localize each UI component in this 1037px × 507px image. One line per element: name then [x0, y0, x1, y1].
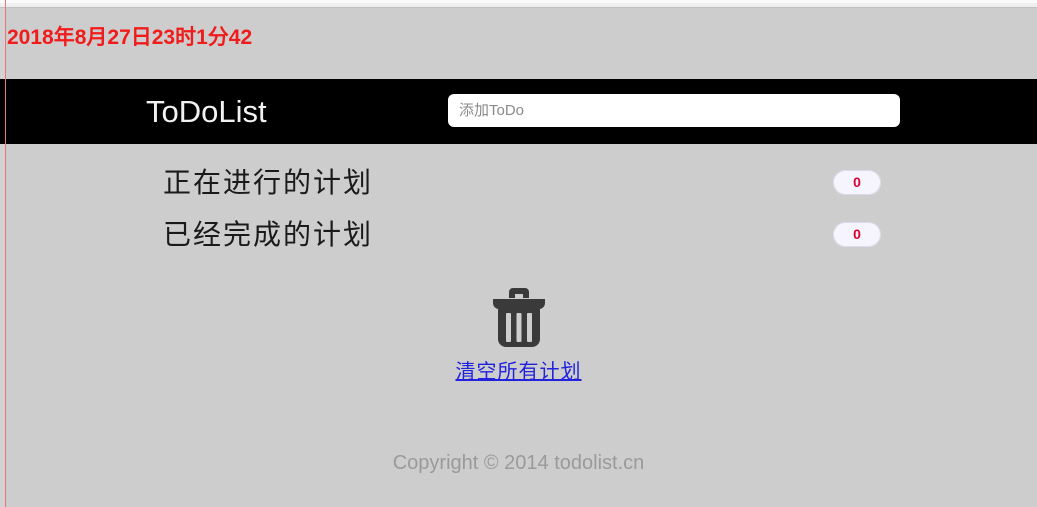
- section-in-progress: 正在进行的计划 0: [163, 164, 881, 204]
- app-title: ToDoList: [146, 94, 267, 129]
- footer-copyright: Copyright © 2014 todolist.cn: [392, 452, 645, 474]
- trash-icon[interactable]: [487, 286, 551, 350]
- section-completed-label: 已经完成的计划: [163, 220, 374, 251]
- section-completed-count: 0: [833, 222, 881, 247]
- browser-edge-strip: [0, 0, 1037, 8]
- left-red-rule: [5, 0, 6, 507]
- clear-all-link[interactable]: 清空所有计划: [456, 355, 582, 384]
- clear-all-block: 清空所有计划: [0, 286, 1037, 384]
- section-in-progress-count: 0: [833, 170, 881, 195]
- browser-edge-highlight: [0, 0, 1037, 3]
- live-clock: 2018年8月27日23时1分42: [7, 26, 253, 49]
- section-completed: 已经完成的计划 0: [163, 216, 881, 256]
- section-in-progress-label: 正在进行的计划: [163, 168, 374, 199]
- add-todo-input[interactable]: [448, 94, 900, 127]
